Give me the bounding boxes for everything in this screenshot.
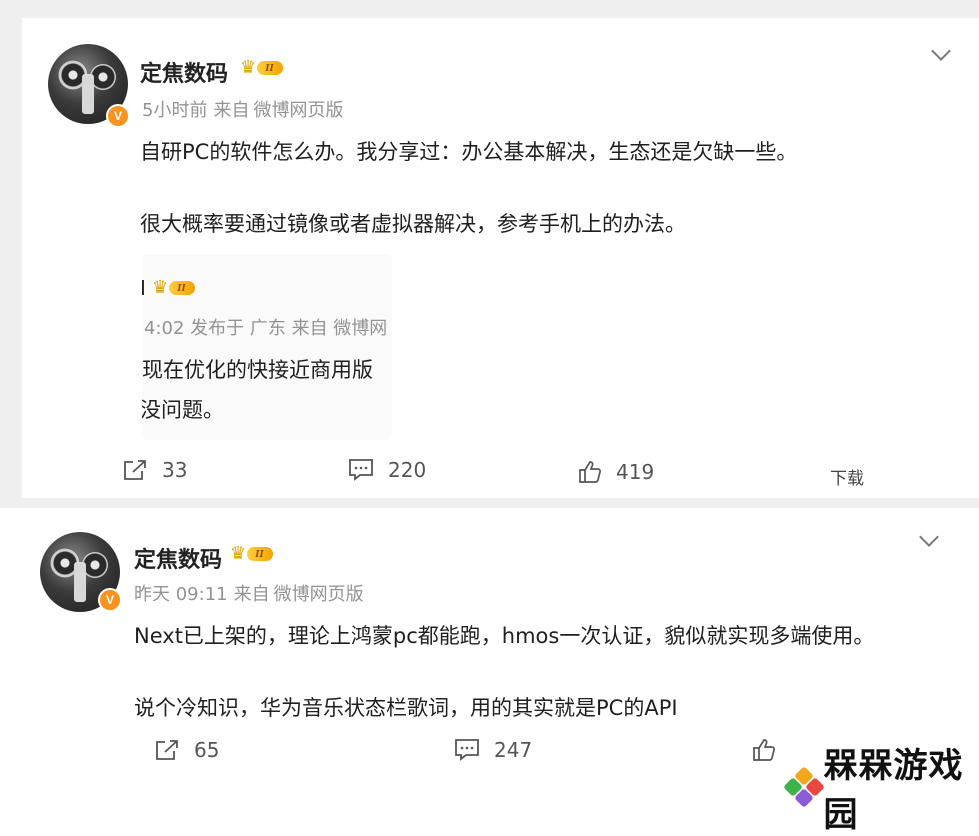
watermark-text: 槑槑游戏园: [823, 746, 964, 835]
quoted-post-card[interactable]: I ♛ II 4:02 发布于 广东 来自 微博网 现在优化的快接近商用版 没问…: [142, 254, 392, 440]
watermark-logo-icon: [783, 766, 825, 808]
repost-icon: [124, 460, 146, 480]
verified-badge-icon: V: [106, 104, 130, 128]
quoted-author-fragment: I: [142, 276, 146, 300]
site-watermark: 槑槑游戏园: [783, 738, 979, 836]
author-name[interactable]: 定焦数码: [134, 542, 222, 574]
comment-count: 220: [388, 458, 427, 482]
like-count: 419: [616, 460, 655, 484]
thumbs-up-icon: [753, 739, 775, 761]
source-prefix: 来自: [213, 100, 250, 121]
quoted-meta: 4:02 发布于 广东 来自 微博网: [144, 318, 388, 339]
post-time[interactable]: 昨天 09:11: [134, 584, 228, 605]
post-text-line-2: 说个冷知识，华为音乐状态栏歌词，用的其实就是PC的API: [134, 696, 678, 720]
thumbs-up-icon: [579, 461, 601, 483]
vip-level: II: [247, 547, 273, 561]
crown-icon: ♛: [230, 543, 247, 564]
quoted-text-line-2: 没问题。: [142, 398, 224, 422]
post-source[interactable]: 微博网页版: [274, 584, 364, 605]
post-text-line-1: 自研PC的软件怎么办。我分享过：办公基本解决，生态还是欠缺一些。: [140, 140, 798, 164]
comment-icon: [455, 739, 479, 761]
download-link[interactable]: 下载: [830, 464, 864, 489]
comment-button[interactable]: 247: [454, 738, 532, 762]
vip-level: II: [257, 61, 283, 75]
comment-count: 247: [494, 738, 533, 762]
verified-badge-icon: V: [98, 588, 122, 612]
repost-button[interactable]: 33: [122, 458, 187, 482]
post-source[interactable]: 微博网页版: [253, 100, 343, 121]
top-band: [0, 0, 979, 18]
quoted-text-line-1: 现在优化的快接近商用版: [142, 358, 373, 382]
vip-crown-badge[interactable]: ♛ II: [240, 58, 283, 78]
repost-icon: [156, 740, 178, 760]
post-text-line-2: 很大概率要通过镜像或者虚拟器解决，参考手机上的办法。: [140, 212, 686, 236]
post-meta: 5小时前 来自 微博网页版: [142, 96, 343, 122]
chevron-down-icon[interactable]: [931, 41, 951, 61]
left-band: [0, 0, 22, 498]
chevron-down-icon[interactable]: [919, 527, 939, 547]
author-name[interactable]: 定焦数码: [140, 56, 228, 88]
like-button[interactable]: 419: [578, 460, 654, 484]
post-time[interactable]: 5小时前: [142, 100, 207, 121]
comment-icon: [349, 459, 373, 481]
quoted-vip-badge: ♛ II: [152, 278, 195, 298]
middle-band: [0, 498, 979, 508]
post-text-line-1: Next已上架的，理论上鸿蒙pc都能跑，hmos一次认证，貌似就实现多端使用。: [134, 624, 875, 648]
crown-icon: ♛: [152, 277, 169, 298]
repost-button[interactable]: 65: [154, 738, 219, 762]
repost-count: 33: [162, 458, 188, 482]
repost-count: 65: [194, 738, 220, 762]
source-prefix: 来自: [233, 584, 270, 605]
post-meta: 昨天 09:11 来自 微博网页版: [134, 580, 364, 606]
vip-crown-badge[interactable]: ♛ II: [230, 544, 273, 564]
crown-icon: ♛: [240, 57, 257, 78]
weibo-post-1: V 定焦数码 ♛ II 5小时前 来自 微博网页版 自研PC的软件怎么办。我分享过：…: [22, 18, 979, 498]
comment-button[interactable]: 220: [348, 458, 426, 482]
